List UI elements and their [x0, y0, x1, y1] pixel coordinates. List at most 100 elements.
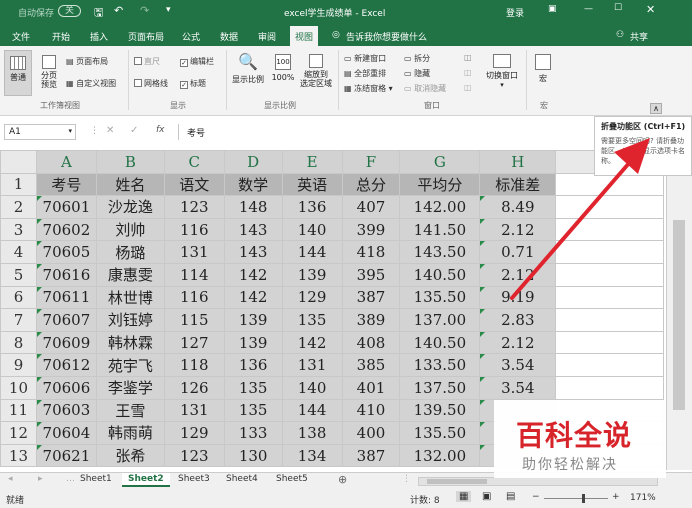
- add-sheet-icon[interactable]: ⊕: [338, 473, 347, 486]
- row-header[interactable]: 2: [0, 195, 37, 219]
- normal-view-button[interactable]: 普通: [4, 50, 32, 96]
- tab-view[interactable]: 视图: [290, 26, 319, 46]
- zoom-slider[interactable]: [544, 494, 608, 503]
- horizontal-scrollbar-thumb[interactable]: [427, 479, 487, 484]
- cell[interactable]: 139: [281, 262, 343, 287]
- cell[interactable]: 132.00: [399, 443, 481, 468]
- row-header[interactable]: 1: [0, 172, 37, 197]
- cell[interactable]: 杨璐: [95, 240, 165, 264]
- hide-button[interactable]: ▭ 隐藏: [404, 68, 430, 79]
- cell[interactable]: 140: [281, 217, 343, 242]
- cell[interactable]: [555, 308, 664, 332]
- cell[interactable]: 9.19: [479, 285, 557, 310]
- cell[interactable]: 142.00: [399, 195, 481, 219]
- tab-home[interactable]: 开始: [52, 30, 70, 43]
- cell[interactable]: [555, 262, 664, 287]
- cell[interactable]: 123: [163, 443, 225, 468]
- scrollbar-thumb[interactable]: [673, 220, 685, 410]
- row-header[interactable]: 4: [0, 240, 37, 264]
- cell[interactable]: [555, 330, 664, 355]
- row-header[interactable]: 5: [0, 262, 37, 287]
- zoom-out-button[interactable]: −: [532, 492, 540, 502]
- scroll-left-icon[interactable]: ◂: [8, 474, 13, 484]
- column-header-f[interactable]: F: [341, 150, 401, 174]
- cell[interactable]: 70612: [35, 353, 97, 377]
- sync-scroll-icon[interactable]: ◫: [464, 68, 472, 77]
- column-header-a[interactable]: A: [35, 150, 97, 174]
- cell[interactable]: 385: [341, 353, 401, 377]
- minimize-icon[interactable]: —: [584, 4, 593, 14]
- column-header-h[interactable]: H: [479, 150, 557, 174]
- cell[interactable]: 2.12: [479, 217, 557, 242]
- collapse-ribbon-button[interactable]: ∧: [650, 103, 662, 114]
- sheet-tab-1[interactable]: Sheet1: [80, 474, 112, 484]
- column-header-e[interactable]: E: [281, 150, 343, 174]
- cell[interactable]: 126: [163, 375, 225, 400]
- page-layout-view-button[interactable]: ▤ 页面布局: [66, 56, 108, 67]
- cell[interactable]: 平均分: [399, 172, 481, 197]
- page-layout-status-icon[interactable]: ▣: [482, 491, 491, 502]
- cell[interactable]: 王雪: [95, 398, 165, 423]
- tab-insert[interactable]: 插入: [90, 30, 108, 43]
- cell[interactable]: 语文: [163, 172, 225, 197]
- cell[interactable]: 136: [281, 195, 343, 219]
- cell[interactable]: 133.50: [399, 353, 481, 377]
- cell[interactable]: 0.71: [479, 240, 557, 264]
- freeze-panes-button[interactable]: ▦ 冻结窗格 ▾: [344, 83, 393, 94]
- row-header[interactable]: 10: [0, 375, 37, 400]
- cell[interactable]: 401: [341, 375, 401, 400]
- ruler-checkbox[interactable]: 直尺: [134, 56, 160, 67]
- cell[interactable]: 116: [163, 217, 225, 242]
- sheet-tab-4[interactable]: Sheet4: [226, 474, 258, 484]
- cell[interactable]: 399: [341, 217, 401, 242]
- cell[interactable]: 127: [163, 330, 225, 355]
- custom-view-button[interactable]: ▦ 自定义视图: [66, 78, 116, 89]
- cell[interactable]: 134: [281, 443, 343, 468]
- select-all-corner[interactable]: [0, 150, 37, 174]
- cell[interactable]: 131: [281, 353, 343, 377]
- view-side-by-side-icon[interactable]: ◫: [464, 53, 472, 62]
- cell[interactable]: 144: [281, 398, 343, 423]
- cell[interactable]: 3.54: [479, 353, 557, 377]
- autosave-toggle[interactable]: 关: [58, 5, 82, 17]
- sheet-tab-2[interactable]: Sheet2: [122, 473, 170, 487]
- row-header[interactable]: 7: [0, 308, 37, 332]
- cell[interactable]: 142: [223, 285, 283, 310]
- column-header-b[interactable]: B: [95, 150, 165, 174]
- cell[interactable]: 70611: [35, 285, 97, 310]
- cell[interactable]: 韩雨萌: [95, 421, 165, 445]
- cell[interactable]: 标准差: [479, 172, 557, 197]
- cell[interactable]: [555, 195, 664, 219]
- tab-page-layout[interactable]: 页面布局: [128, 30, 164, 43]
- cell[interactable]: 135.50: [399, 421, 481, 445]
- cell[interactable]: 407: [341, 195, 401, 219]
- sheet-tab-3[interactable]: Sheet3: [178, 474, 210, 484]
- cell[interactable]: 135: [223, 375, 283, 400]
- column-header-d[interactable]: D: [223, 150, 283, 174]
- cell[interactable]: 131: [163, 398, 225, 423]
- cell[interactable]: 135: [281, 308, 343, 332]
- cell[interactable]: 148: [223, 195, 283, 219]
- page-break-status-icon[interactable]: ▤: [506, 491, 515, 502]
- cell[interactable]: 3.54: [479, 375, 557, 400]
- tab-data[interactable]: 数据: [220, 30, 238, 43]
- save-icon[interactable]: 🖫: [94, 4, 103, 23]
- cell[interactable]: 140.50: [399, 330, 481, 355]
- cell[interactable]: 141.50: [399, 217, 481, 242]
- cell[interactable]: 144: [281, 240, 343, 264]
- cell[interactable]: 118: [163, 353, 225, 377]
- cell[interactable]: 70603: [35, 398, 97, 423]
- reset-window-icon[interactable]: ◫: [464, 83, 472, 92]
- horizontal-scrollbar[interactable]: [418, 477, 658, 486]
- zoom-slider-thumb[interactable]: [582, 494, 585, 503]
- tab-formulas[interactable]: 公式: [182, 30, 200, 43]
- scroll-right-icon[interactable]: ▸: [38, 474, 43, 484]
- zoom-to-selection-button[interactable]: 缩放到 选定区域: [298, 50, 334, 98]
- quick-access-customize-icon[interactable]: ▾: [166, 5, 171, 15]
- redo-icon[interactable]: ↷: [140, 4, 149, 17]
- zoom-100-button[interactable]: 100 100%: [270, 50, 296, 96]
- cell[interactable]: 70621: [35, 443, 97, 468]
- vertical-scrollbar[interactable]: [666, 150, 692, 470]
- cell[interactable]: 70601: [35, 195, 97, 219]
- cell[interactable]: 138: [281, 421, 343, 445]
